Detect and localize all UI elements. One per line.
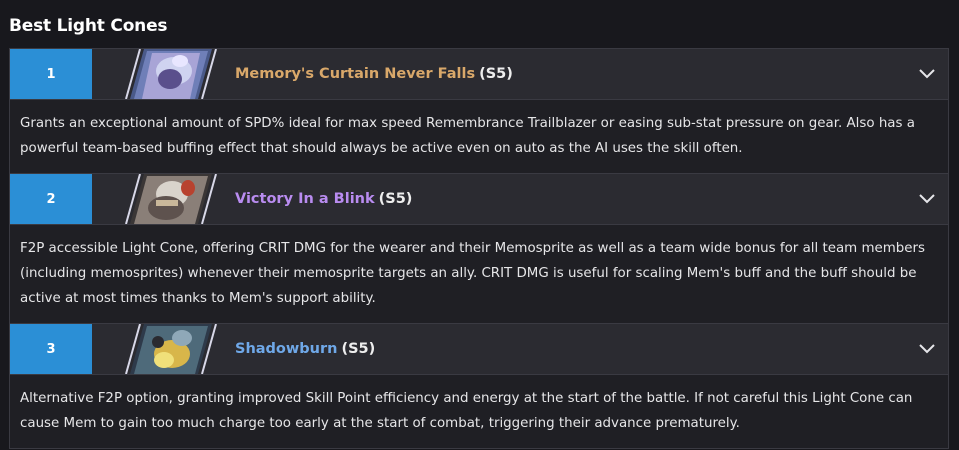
- superimposition-label: (S5): [378, 191, 413, 207]
- chevron-down-icon[interactable]: [918, 341, 936, 357]
- light-cone-header[interactable]: 2 Victory In a Blink (S5): [10, 174, 948, 224]
- light-cone-item: 3 Shadowburn (S5) Alternative F2P option…: [9, 324, 949, 449]
- light-cone-list: 1 Memory's Curtain Never Falls (S5) Gran…: [9, 48, 949, 449]
- rank-badge: 3: [10, 324, 92, 374]
- superimposition-label: (S5): [479, 66, 513, 82]
- light-cone-description: Grants an exceptional amount of SPD% ide…: [10, 99, 948, 173]
- superimposition-label: (S5): [341, 341, 376, 357]
- chevron-down-icon[interactable]: [918, 191, 936, 207]
- light-cone-item: 1 Memory's Curtain Never Falls (S5) Gran…: [9, 48, 949, 174]
- light-cone-art: [92, 49, 222, 99]
- chevron-down-icon[interactable]: [918, 66, 936, 82]
- light-cone-header[interactable]: 3 Shadowburn (S5): [10, 324, 948, 374]
- light-cone-header[interactable]: 1 Memory's Curtain Never Falls (S5): [10, 49, 948, 99]
- light-cone-description: F2P accessible Light Cone, offering CRIT…: [10, 224, 948, 323]
- rank-badge: 2: [10, 174, 92, 224]
- rank-badge: 1: [10, 49, 92, 99]
- light-cone-name[interactable]: Victory In a Blink: [235, 191, 375, 207]
- light-cone-description: Alternative F2P option, granting improve…: [10, 374, 948, 448]
- section-title: Best Light Cones: [9, 16, 168, 36]
- light-cone-name[interactable]: Shadowburn: [235, 341, 337, 357]
- light-cone-item: 2 Victory In a Blink (S5) F2P accessible…: [9, 174, 949, 324]
- light-cone-name[interactable]: Memory's Curtain Never Falls: [235, 66, 475, 82]
- light-cone-art: [92, 324, 222, 374]
- light-cone-art: [92, 174, 222, 224]
